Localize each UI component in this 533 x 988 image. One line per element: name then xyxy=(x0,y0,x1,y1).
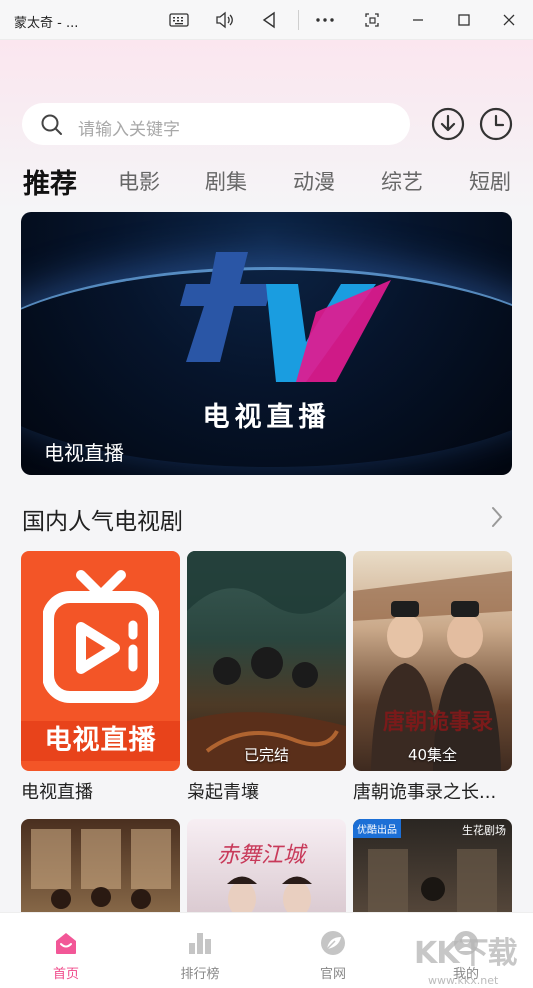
section-title: 国内人气电视剧 xyxy=(22,509,183,535)
nav-home[interactable]: 首页 xyxy=(16,913,116,988)
window-titlebar: 蒙太奇 - ... xyxy=(0,0,533,40)
nav-label: 首页 xyxy=(52,967,79,982)
media-card-partial[interactable]: 赤舞江城 xyxy=(187,819,346,919)
window-title: 蒙太奇 - ... xyxy=(14,16,79,31)
search-placeholder: 请输入关键字 xyxy=(78,120,180,140)
keyboard-icon[interactable] xyxy=(169,10,189,30)
close-icon[interactable] xyxy=(499,10,519,30)
tab-variety[interactable]: 综艺 xyxy=(381,166,423,196)
history-icon[interactable] xyxy=(479,107,513,141)
poster-art xyxy=(187,551,346,771)
poster-art xyxy=(368,849,497,919)
category-tabs: 推荐 电影 剧集 动漫 综艺 短剧 xyxy=(0,160,533,200)
tab-movies[interactable]: 电影 xyxy=(118,166,160,196)
media-card[interactable]: 已完结 枭起青壤 xyxy=(187,551,346,804)
banner-caption: 电视直播 xyxy=(44,441,124,465)
nav-official[interactable]: 官网 xyxy=(283,913,383,988)
svg-text:唐朝诡事录: 唐朝诡事录 xyxy=(383,709,493,735)
poster-tv-live: 电视直播 xyxy=(21,551,180,771)
titlebar-divider xyxy=(298,10,299,30)
search-icon xyxy=(40,113,64,141)
minimize-icon[interactable] xyxy=(408,10,428,30)
poster-art xyxy=(31,829,171,909)
episode-badge: 40集全 xyxy=(407,746,458,764)
card-title: 电视直播 xyxy=(21,782,93,803)
restore-icon[interactable] xyxy=(362,10,382,30)
tv-logo xyxy=(180,252,391,382)
back-icon[interactable] xyxy=(259,10,279,30)
watermark-url: www.kkx.net xyxy=(428,974,499,987)
card-title: 枭起青壤 xyxy=(187,782,259,803)
media-card[interactable]: 电视直播 电视直播 xyxy=(21,551,180,804)
download-icon[interactable] xyxy=(431,107,465,141)
tv-app-icon xyxy=(43,570,159,703)
tab-short-drama[interactable]: 短剧 xyxy=(469,166,511,196)
poster-title-text: 电视直播 xyxy=(21,721,180,761)
more-icon[interactable] xyxy=(315,10,335,30)
brand-tag: 生花剧场 xyxy=(462,824,506,837)
maximize-icon[interactable] xyxy=(454,10,474,30)
nav-label: 排行榜 xyxy=(180,967,220,982)
watermark-logo: KK下载 xyxy=(414,936,517,971)
home-icon xyxy=(52,929,80,957)
nav-label: 官网 xyxy=(319,967,346,982)
producer-tag: 优酷出品 xyxy=(353,819,401,838)
rank-icon xyxy=(186,929,214,957)
leaf-icon xyxy=(319,929,347,957)
poster-image: 已完结 xyxy=(187,551,346,771)
tab-recommend[interactable]: 推荐 xyxy=(23,162,77,201)
search-bar[interactable]: 请输入关键字 xyxy=(22,103,410,145)
poster-image: 唐朝诡事录 40集全 xyxy=(353,551,512,771)
poster-art: 唐朝诡事录 xyxy=(353,571,512,771)
featured-banner[interactable]: 电视直播 电视直播 xyxy=(21,212,512,475)
card-title: 唐朝诡事录之长... xyxy=(353,782,497,803)
media-card[interactable]: 唐朝诡事录 40集全 唐朝诡事录之长... xyxy=(353,551,512,804)
tab-anime[interactable]: 动漫 xyxy=(293,166,335,196)
media-card-partial[interactable] xyxy=(21,819,180,919)
status-badge: 已完结 xyxy=(243,746,289,764)
tab-series[interactable]: 剧集 xyxy=(205,166,247,196)
volume-icon[interactable] xyxy=(214,10,234,30)
nav-ranking[interactable]: 排行榜 xyxy=(150,913,250,988)
poster-title-text: 赤舞江城 xyxy=(217,843,306,868)
chevron-right-icon[interactable] xyxy=(490,506,504,532)
banner-logo-text: 电视直播 xyxy=(202,402,331,433)
media-card-partial[interactable]: 优酷出品 生花剧场 xyxy=(353,819,512,919)
